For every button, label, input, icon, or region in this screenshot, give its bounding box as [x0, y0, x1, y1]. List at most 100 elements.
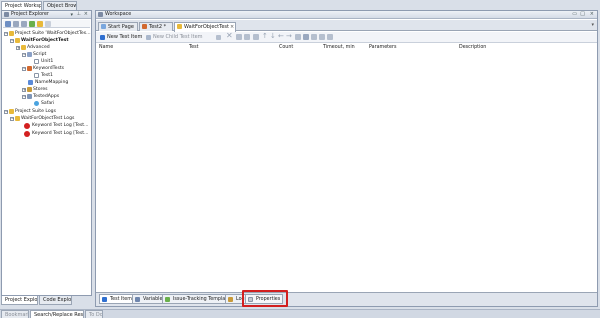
bottom-panel-tabs: Bookmarks Search/Replace Results To Do: [0, 309, 600, 318]
tab-search-replace-results[interactable]: Search/Replace Results: [30, 310, 84, 318]
workspace-window-icon: [98, 12, 103, 17]
keyword-tests-icon: [27, 66, 32, 71]
move-left-icon[interactable]: ←: [278, 32, 284, 40]
tree-label: Stores: [33, 87, 48, 92]
tree-project-suite[interactable]: − Project Suite 'WaitForObjectTes...: [4, 31, 92, 37]
expand-icon[interactable]: +: [16, 46, 20, 50]
tree-project-logs[interactable]: − WaitForObjectTest Logs: [10, 116, 92, 122]
error-icon: [24, 131, 30, 137]
add-icon[interactable]: [5, 21, 11, 27]
delete-icon[interactable]: ✕: [226, 31, 233, 40]
name-mapping-icon: [28, 80, 33, 85]
col-count[interactable]: Count: [279, 44, 293, 52]
tree-keywordtests[interactable]: − KeywordTests: [22, 66, 92, 72]
collapse-icon[interactable]: −: [22, 53, 26, 57]
cut-icon[interactable]: [236, 34, 242, 40]
col-timeout[interactable]: Timeout, min: [323, 44, 355, 52]
collapse-icon[interactable]: −: [10, 117, 14, 121]
tab-project-explorer[interactable]: Project Explorer: [1, 296, 38, 305]
col-parameters[interactable]: Parameters: [369, 44, 396, 52]
script-icon: [27, 52, 32, 57]
tree-project[interactable]: − WaitForObjectTest: [10, 38, 92, 44]
settings-icon[interactable]: [327, 34, 333, 40]
col-name[interactable]: Name: [99, 44, 113, 52]
folder-icon: [21, 45, 26, 50]
filter-icon[interactable]: [45, 21, 51, 27]
explorer-toolbar: [3, 20, 90, 28]
tree-namemapping[interactable]: NameMapping: [28, 80, 92, 86]
tree-script[interactable]: − Script: [22, 52, 92, 58]
tab-label: Test Items: [110, 297, 135, 302]
test-icon: [34, 73, 39, 78]
dropdown-arrow-icon[interactable]: [216, 35, 221, 40]
variables-icon: [135, 297, 140, 302]
collapse-icon[interactable]: −: [22, 67, 26, 71]
test-items-grid[interactable]: [96, 53, 597, 292]
tree-label: Unit1: [41, 59, 54, 64]
doc-tab-test2[interactable]: Test2 *: [139, 22, 173, 31]
expand-icon[interactable]: +: [22, 88, 26, 92]
test-items-icon: [102, 297, 107, 302]
collapse-icon[interactable]: −: [22, 95, 26, 99]
collapse-all-icon[interactable]: [319, 34, 325, 40]
tree-label: Keyword Test Log [Test...: [32, 123, 89, 128]
tab-object-browser[interactable]: Object Browser: [43, 1, 77, 10]
properties-icon[interactable]: [13, 21, 19, 27]
tab-project-workspace[interactable]: Project Workspace: [1, 1, 42, 10]
tab-list-dropdown-icon[interactable]: ▾: [591, 22, 594, 28]
safari-icon: [34, 101, 39, 106]
tree-log-2[interactable]: Keyword Test Log [Test...: [24, 131, 92, 137]
tree-label: Script: [33, 52, 47, 57]
tree-label: NameMapping: [35, 80, 69, 85]
restore-icon[interactable]: ▭: [572, 11, 577, 17]
move-right-icon[interactable]: →: [286, 32, 292, 40]
indent-icon[interactable]: [295, 34, 301, 40]
new-test-item-button[interactable]: New Test Item: [100, 33, 145, 42]
maximize-icon[interactable]: □: [580, 11, 585, 17]
stores-icon: [27, 87, 32, 92]
col-test[interactable]: Test: [189, 44, 198, 52]
tree-label: WaitForObjectTest: [21, 38, 69, 43]
column-header-row: Name Test Count Timeout, min Parameters …: [96, 44, 597, 53]
grid-icon[interactable]: [303, 34, 309, 40]
tab-code-explorer[interactable]: Code Explorer: [39, 296, 72, 305]
tree-project-suite-logs[interactable]: − Project Suite Logs: [4, 109, 92, 115]
close-icon[interactable]: ×: [590, 11, 594, 17]
paste-icon[interactable]: [253, 34, 259, 40]
tree-stores[interactable]: + Stores: [22, 87, 92, 93]
collapse-icon[interactable]: −: [10, 39, 14, 43]
pin-icon[interactable]: ⊥: [77, 11, 81, 17]
move-up-icon[interactable]: ↑: [262, 32, 268, 40]
new-child-test-item-button[interactable]: New Child Test Item: [146, 33, 222, 42]
folder-icon[interactable]: [37, 21, 43, 27]
tree-label: Keyword Test Log [Test...: [32, 131, 89, 136]
refresh-icon[interactable]: [21, 21, 27, 27]
collapse-icon[interactable]: −: [4, 32, 8, 36]
unit-icon: [34, 59, 39, 64]
explorer-title: Project Explorer: [11, 12, 49, 17]
tree-advanced[interactable]: + Advanced: [16, 45, 92, 51]
suite-icon: [9, 31, 14, 36]
tree-log-1[interactable]: Keyword Test Log [Test...: [24, 123, 92, 129]
doc-tab-label: WaitForObjectTest: [184, 24, 229, 30]
tree-test1[interactable]: Test1: [34, 73, 92, 79]
tree-unit1[interactable]: Unit1: [34, 59, 92, 65]
doc-tab-label: Test2 *: [149, 24, 167, 30]
expand-all-icon[interactable]: [311, 34, 317, 40]
copy-icon[interactable]: [244, 34, 250, 40]
tree-label: Project Suite Logs: [15, 109, 56, 114]
col-description[interactable]: Description: [459, 44, 486, 52]
new-item-icon: [100, 35, 105, 40]
run-icon[interactable]: [29, 21, 35, 27]
move-down-icon[interactable]: ↓: [270, 32, 276, 40]
doc-tab-start-page[interactable]: Start Page: [98, 22, 138, 31]
dropdown-icon[interactable]: ▾: [70, 12, 73, 18]
tree-testedapps[interactable]: − TestedApps: [22, 94, 92, 100]
close-icon[interactable]: ×: [84, 11, 88, 17]
tree-safari[interactable]: Safari: [34, 101, 92, 107]
new-test-item-label: New Test Item: [107, 34, 143, 40]
tab-bookmarks[interactable]: Bookmarks: [1, 310, 29, 318]
tab-to-do[interactable]: To Do: [85, 310, 103, 318]
tree-label: Project Suite 'WaitForObjectTes...: [15, 31, 91, 36]
collapse-icon[interactable]: −: [4, 110, 8, 114]
